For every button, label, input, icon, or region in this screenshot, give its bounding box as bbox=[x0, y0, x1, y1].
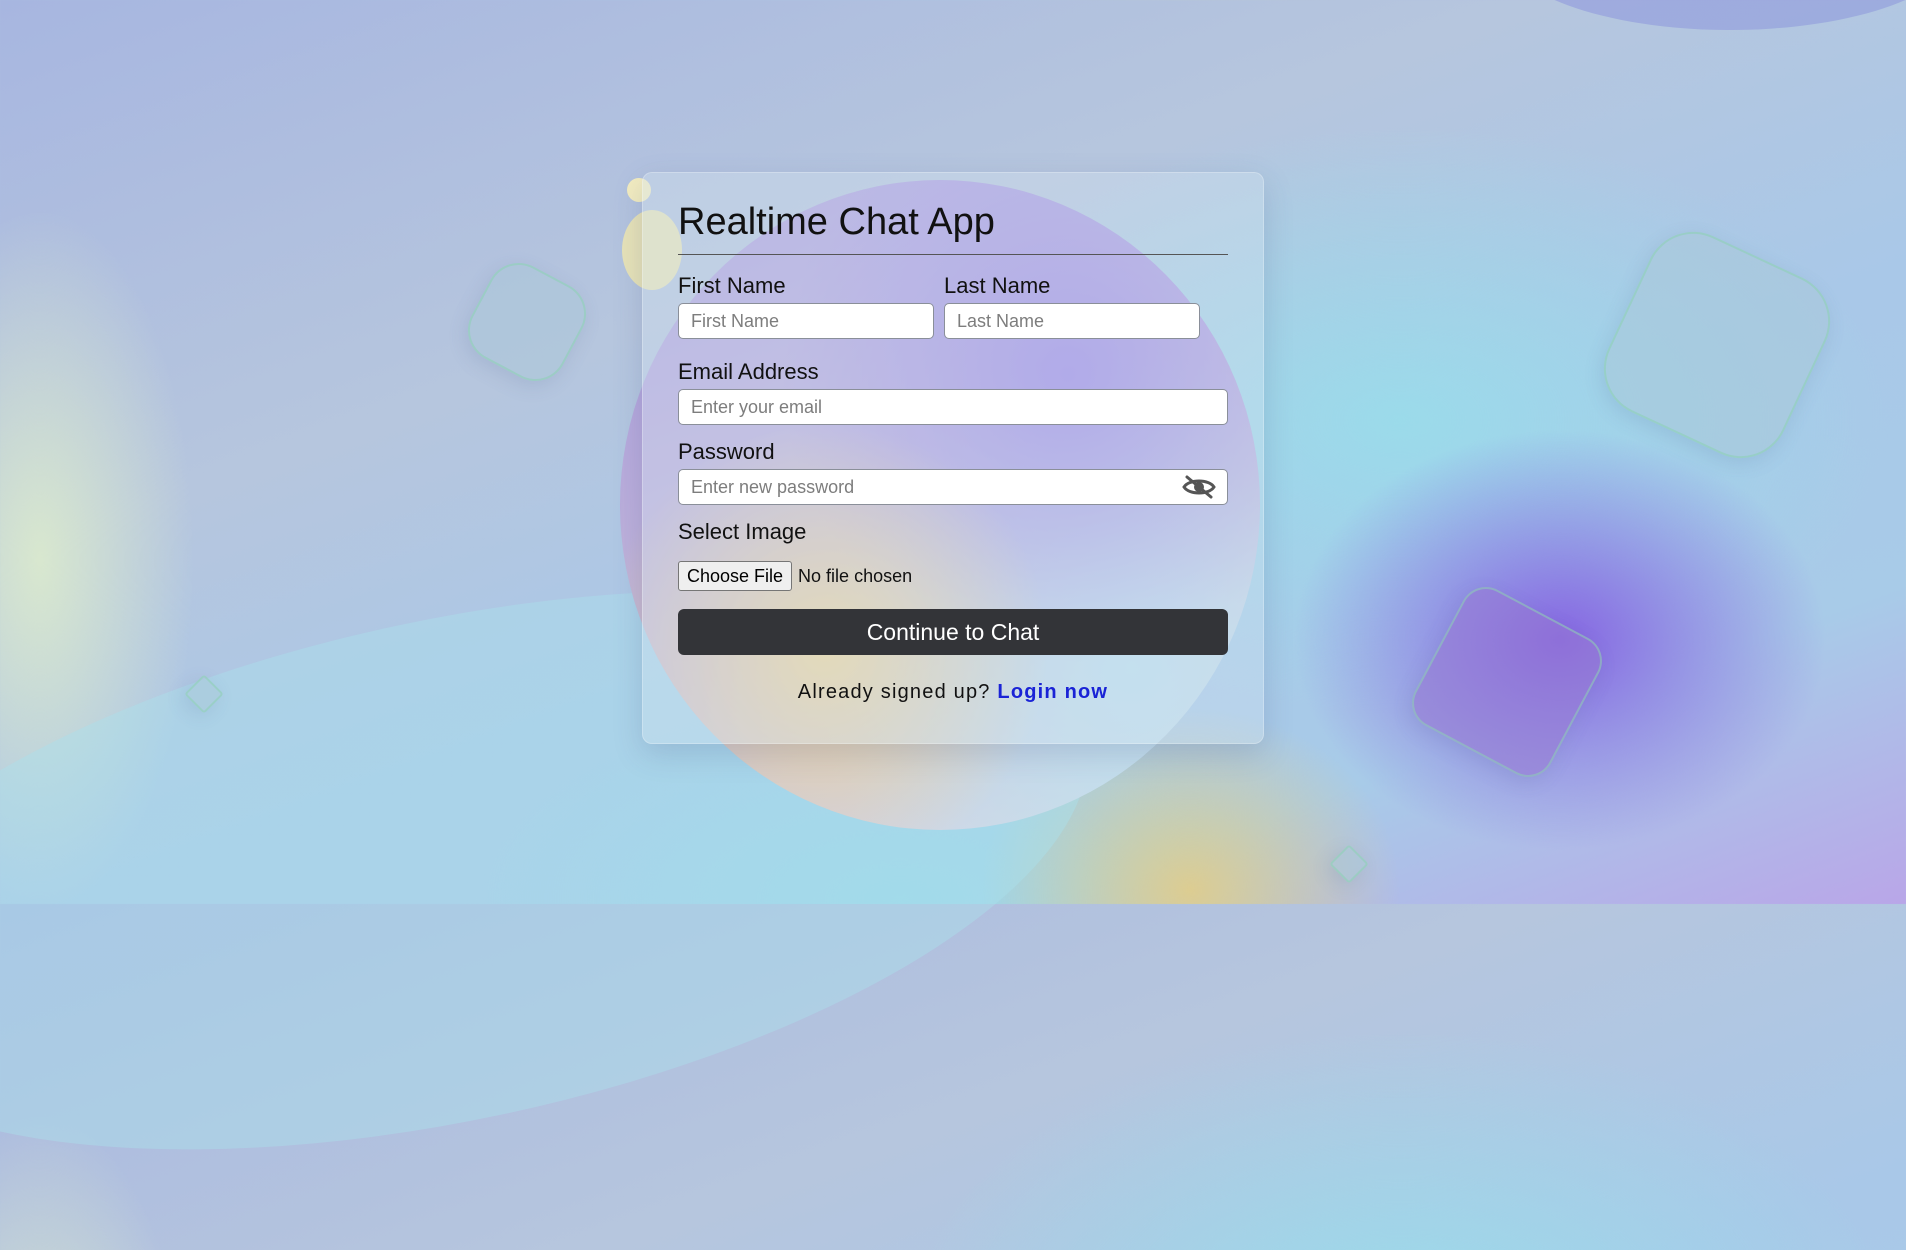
page-title: Realtime Chat App bbox=[678, 200, 1228, 255]
password-group: Password bbox=[678, 439, 1228, 505]
first-name-group: First Name bbox=[678, 273, 934, 339]
eye-slash-icon[interactable] bbox=[1182, 475, 1216, 499]
image-label: Select Image bbox=[678, 519, 807, 544]
password-label: Password bbox=[678, 439, 775, 464]
background-cube bbox=[1588, 216, 1846, 474]
name-row: First Name Last Name bbox=[678, 273, 1228, 339]
file-status: No file chosen bbox=[798, 565, 913, 586]
login-now-link[interactable]: Login now bbox=[997, 681, 1108, 703]
last-name-group: Last Name bbox=[944, 273, 1200, 339]
background-blob bbox=[1500, 0, 1906, 30]
choose-file-button[interactable]: Choose File bbox=[678, 561, 793, 591]
email-label: Email Address bbox=[678, 359, 819, 384]
continue-to-chat-button[interactable]: Continue to Chat bbox=[678, 609, 1228, 655]
first-name-input[interactable] bbox=[678, 303, 934, 339]
file-picker: Choose File No file chosen bbox=[678, 561, 1228, 591]
login-prompt-text: Already signed up? bbox=[797, 681, 991, 703]
login-prompt: Already signed up? Login now bbox=[678, 681, 1228, 704]
image-group: Select Image Choose File No file chosen bbox=[678, 519, 1228, 591]
password-wrapper bbox=[678, 469, 1228, 505]
email-group: Email Address bbox=[678, 359, 1228, 425]
first-name-label: First Name bbox=[678, 273, 786, 298]
background-cube bbox=[1402, 577, 1612, 787]
background-cube bbox=[456, 251, 598, 393]
background-cube bbox=[1329, 844, 1369, 884]
signup-card: Realtime Chat App First Name Last Name E… bbox=[642, 172, 1264, 744]
background-cube bbox=[184, 674, 224, 714]
last-name-label: Last Name bbox=[944, 273, 1051, 298]
email-input[interactable] bbox=[678, 389, 1228, 425]
last-name-input[interactable] bbox=[944, 303, 1200, 339]
password-input[interactable] bbox=[678, 469, 1228, 505]
